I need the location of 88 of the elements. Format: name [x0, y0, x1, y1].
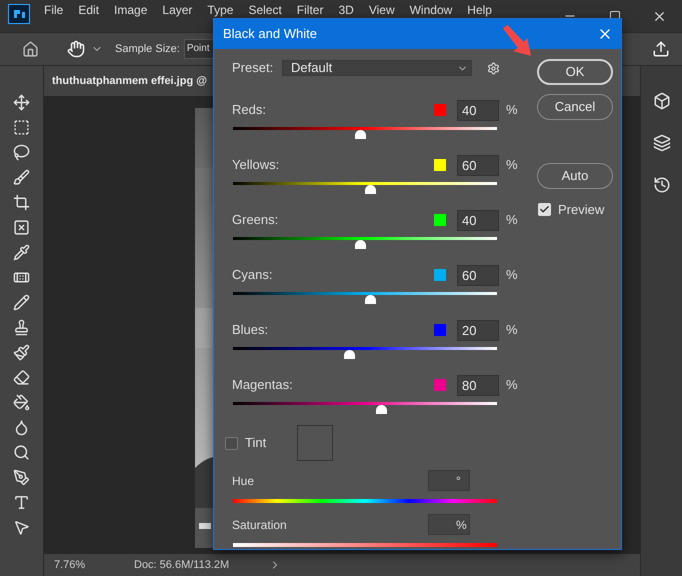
crop-tool-icon[interactable] [13, 194, 30, 211]
value-input[interactable]: 40 [457, 210, 499, 230]
color-slider[interactable] [230, 402, 500, 415]
menu-item[interactable]: 3D [338, 4, 354, 17]
eyedropper-icon[interactable] [13, 244, 30, 261]
value-input[interactable]: 80 [457, 374, 499, 396]
value-input[interactable]: 60 [457, 264, 499, 286]
value-input[interactable]: 40 [457, 100, 499, 120]
brush-selection-icon[interactable] [13, 169, 30, 186]
checkbox-label: Tint [245, 434, 266, 452]
droplet-icon[interactable] [13, 419, 30, 436]
home-icon[interactable] [22, 40, 39, 58]
checkbox[interactable] [225, 436, 238, 450]
menu-item[interactable]: Window [410, 4, 452, 17]
slider-thumb[interactable] [344, 350, 356, 359]
menu-item[interactable]: Image [114, 4, 148, 17]
color-slider[interactable] [230, 347, 500, 360]
stamp-icon[interactable] [13, 319, 30, 336]
color-slider[interactable] [230, 182, 500, 195]
slider-thumb[interactable] [365, 185, 376, 194]
frame-tool-icon[interactable] [13, 219, 30, 236]
color-slider[interactable] [230, 237, 500, 250]
percent-unit: % [506, 101, 518, 120]
slider-thumb[interactable] [354, 240, 366, 249]
channel-label: Greens: [232, 211, 278, 230]
zoom-level[interactable]: 7.76% [44, 556, 92, 574]
type-tool-icon[interactable] [13, 494, 30, 511]
settings-icon[interactable] [487, 62, 500, 74]
slider-thumb[interactable] [376, 405, 387, 414]
checkbox-label: Preview [558, 201, 604, 219]
value-input[interactable] [428, 470, 470, 491]
layers-icon[interactable] [652, 134, 670, 152]
channel-label: Cyans: [232, 266, 272, 284]
dialog-button[interactable]: Cancel [537, 94, 613, 120]
menu-item[interactable]: Help [467, 4, 492, 17]
eraser-icon[interactable] [13, 369, 30, 386]
sample-size-label: Sample Size: [115, 42, 180, 57]
pencil-icon[interactable] [13, 294, 30, 311]
hue-slider-track[interactable] [233, 499, 497, 503]
value-input[interactable] [428, 514, 470, 535]
saturation-slider-track[interactable] [233, 543, 497, 547]
app-logo-icon[interactable] [8, 4, 30, 24]
paintbrush-icon[interactable] [13, 344, 30, 361]
menu-item[interactable]: Edit [78, 4, 100, 17]
pointer-arrow [500, 24, 534, 58]
tint-color-swatch[interactable] [297, 425, 334, 461]
channel-label: Reds: [232, 101, 266, 120]
move-tool-icon[interactable] [13, 94, 30, 111]
channel-label: Blues: [232, 321, 268, 340]
cube-panel-icon[interactable] [652, 92, 670, 110]
slider-thumb[interactable] [365, 295, 376, 304]
percent-unit: % [506, 211, 518, 230]
color-slider[interactable] [230, 127, 500, 140]
percent-unit: % [506, 156, 518, 174]
menu-item[interactable]: File [44, 4, 64, 17]
preset-select[interactable]: Default [282, 60, 472, 76]
percent-unit: % [506, 266, 518, 284]
unit-label: ° [456, 472, 461, 490]
menu-item[interactable]: Type [207, 4, 234, 17]
percent-unit: % [506, 376, 518, 394]
pointer-tool-icon[interactable] [13, 519, 30, 536]
dialog-button[interactable]: Auto [537, 163, 613, 189]
slider-thumb[interactable] [354, 130, 366, 139]
magnifier-icon[interactable] [13, 444, 30, 461]
dialog-title: Black and White [223, 25, 317, 44]
pen-tool-icon[interactable] [13, 469, 30, 486]
history-icon[interactable] [652, 176, 670, 194]
saturation-label: Saturation [232, 516, 287, 534]
unit-label: % [456, 516, 467, 534]
preset-label: Preset: [232, 59, 274, 78]
value-input[interactable]: 60 [457, 154, 499, 176]
marquee-tool-icon[interactable] [13, 119, 30, 136]
paint-bucket-icon[interactable] [13, 394, 30, 411]
share-icon[interactable] [652, 40, 670, 58]
channel-label: Magentas: [232, 376, 293, 394]
color-slider[interactable] [230, 292, 500, 305]
menu-item[interactable]: Layer [162, 4, 192, 17]
lasso-tool-icon[interactable] [13, 144, 30, 161]
value-input[interactable]: 20 [457, 320, 499, 340]
document-size: Doc: 56.6M/113.2M [134, 558, 230, 573]
percent-unit: % [506, 321, 518, 340]
menu-item[interactable]: View [368, 4, 395, 17]
dialog-button[interactable]: OK [537, 59, 613, 85]
hue-label: Hue [232, 472, 254, 490]
hand-tool-icon[interactable] [67, 40, 85, 58]
menu-item[interactable]: Filter [296, 4, 324, 17]
channel-label: Yellows: [232, 156, 280, 174]
menu-item[interactable]: Select [248, 4, 282, 17]
